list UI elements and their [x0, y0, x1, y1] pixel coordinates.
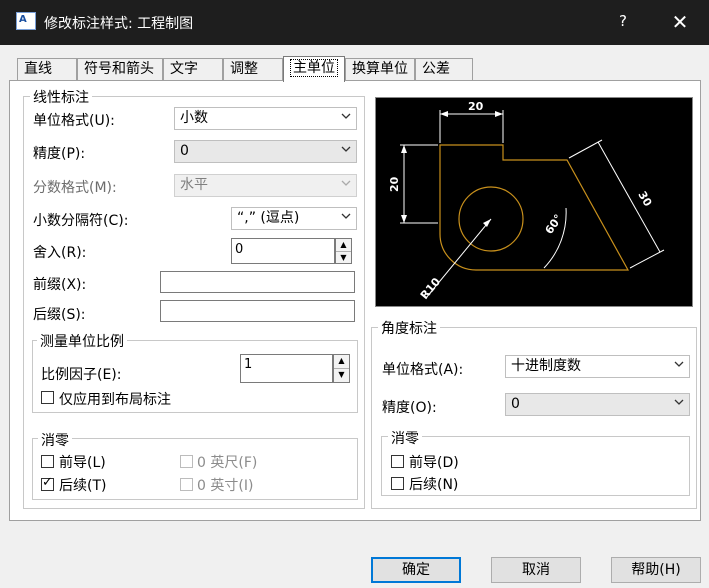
fraction-format-select[interactable]: 水平 [174, 174, 357, 197]
leading-zero-label: 前导(L) [59, 455, 106, 471]
close-icon[interactable]: ✕ [668, 10, 692, 34]
angular-unit-format-select[interactable]: 十进制度数 [505, 355, 690, 378]
tab-lines[interactable]: 直线 [17, 58, 77, 80]
angular-leading-zero-label: 前导(D) [409, 455, 459, 471]
scale-factor-label: 比例因子(E): [41, 367, 122, 383]
suffix-input[interactable] [160, 300, 355, 322]
tab-text[interactable]: 文字 [163, 58, 223, 80]
round-off-spinner[interactable]: ▲ ▼ [335, 238, 352, 264]
zero-inches-checkbox[interactable] [180, 478, 193, 491]
dim-angle-text: 60° [542, 212, 565, 237]
cancel-button[interactable]: 取消 [491, 557, 581, 583]
fraction-format-label: 分数格式(M): [33, 180, 117, 196]
tab-alternate-units[interactable]: 换算单位 [345, 58, 415, 80]
angular-precision-select[interactable]: 0 [505, 393, 690, 416]
trailing-zero-label: 后续(T) [59, 478, 107, 494]
decimal-separator-label: 小数分隔符(C): [33, 213, 129, 229]
chevron-down-icon [341, 146, 351, 152]
help-button[interactable]: 帮助(H) [611, 557, 701, 583]
dim-radius-text: R10 [418, 275, 443, 302]
tab-fit[interactable]: 调整 [223, 58, 283, 80]
zero-feet-checkbox[interactable] [180, 455, 193, 468]
tab-symbols-arrows[interactable]: 符号和箭头 [77, 58, 163, 80]
trailing-zero-checkbox[interactable] [41, 475, 54, 491]
layout-only-label: 仅应用到布局标注 [59, 392, 171, 408]
tab-primary-units[interactable]: 主单位 [283, 56, 345, 82]
chevron-down-icon [341, 113, 351, 119]
layout-only-checkbox[interactable] [41, 391, 54, 404]
window-title: 修改标注样式: 工程制图 [44, 16, 194, 32]
title-bar: A 修改标注样式: 工程制图 ? ✕ [0, 0, 709, 45]
zero-feet-label: 0 英尺(F) [197, 455, 258, 471]
measurement-scale-title: 测量单位比例 [37, 331, 127, 351]
prefix-label: 前缀(X): [33, 277, 87, 293]
preview-geometry [439, 144, 630, 271]
spin-down-icon[interactable]: ▼ [334, 369, 349, 382]
chevron-down-icon [341, 180, 351, 186]
decimal-separator-select[interactable]: “,” (逗点) [231, 207, 357, 230]
suffix-label: 后缀(S): [33, 307, 86, 323]
angular-trailing-zero-label: 后续(N) [409, 477, 459, 493]
chevron-down-icon [341, 213, 351, 219]
linear-group-title: 线性标注 [30, 87, 92, 107]
precision-label: 精度(P): [33, 146, 86, 162]
angular-unit-format-label: 单位格式(A): [382, 362, 464, 378]
spin-up-icon[interactable]: ▲ [334, 355, 349, 369]
scale-factor-input[interactable]: 1 [240, 354, 333, 383]
unit-format-select[interactable]: 小数 [174, 107, 357, 130]
chevron-down-icon [674, 361, 684, 367]
angular-precision-label: 精度(O): [382, 400, 437, 416]
scale-factor-spinner[interactable]: ▲ ▼ [333, 354, 350, 383]
prefix-input[interactable] [160, 271, 355, 293]
zero-suppression-linear-title: 消零 [38, 430, 72, 450]
dimension-preview: 20 20 30 60° R10 [375, 97, 693, 307]
dim-left-text: 20 [388, 176, 401, 192]
dim-right-text: 30 [635, 189, 654, 209]
help-icon[interactable]: ? [612, 12, 634, 30]
angular-trailing-zero-checkbox[interactable] [391, 477, 404, 490]
dim-top-text: 20 [468, 100, 484, 113]
ok-button[interactable]: 确定 [371, 557, 461, 583]
spin-up-icon[interactable]: ▲ [336, 239, 351, 252]
chevron-down-icon [674, 399, 684, 405]
round-off-label: 舍入(R): [33, 245, 87, 261]
spin-down-icon[interactable]: ▼ [336, 252, 351, 264]
zero-suppression-angular-title: 消零 [388, 428, 422, 448]
tab-tolerances[interactable]: 公差 [415, 58, 473, 80]
round-off-input[interactable]: 0 [231, 238, 335, 264]
unit-format-label: 单位格式(U): [33, 113, 115, 129]
angular-group-title: 角度标注 [378, 318, 440, 338]
preview-drawing: 20 20 30 60° R10 [388, 100, 665, 302]
zero-inches-label: 0 英寸(I) [197, 478, 254, 494]
app-icon: A [16, 12, 36, 30]
precision-select[interactable]: 0 [174, 140, 357, 163]
preview-arrowheads [401, 111, 503, 227]
angular-leading-zero-checkbox[interactable] [391, 455, 404, 468]
leading-zero-checkbox[interactable] [41, 455, 54, 468]
